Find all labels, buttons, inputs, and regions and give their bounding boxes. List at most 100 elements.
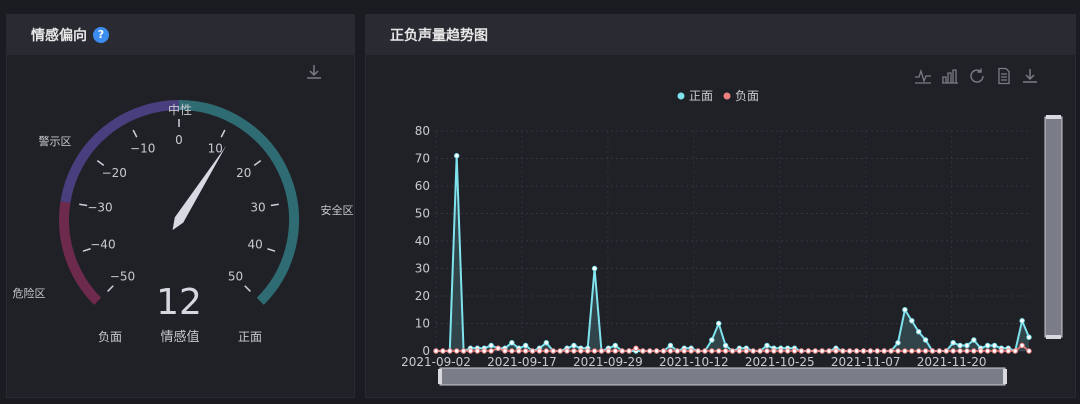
data-point-negative[interactable]	[591, 348, 598, 354]
y-zoom-handle-top[interactable]	[1046, 115, 1061, 119]
data-point-negative[interactable]	[902, 348, 908, 354]
data-point-positive[interactable]	[902, 307, 908, 313]
data-point-negative[interactable]	[867, 348, 874, 354]
data-point-negative[interactable]	[564, 348, 570, 354]
data-point-negative[interactable]	[447, 348, 453, 354]
data-point-negative[interactable]	[702, 348, 708, 354]
data-point-negative[interactable]	[688, 348, 694, 354]
data-point-negative[interactable]	[584, 348, 591, 354]
data-point-negative[interactable]	[633, 345, 639, 351]
data-point-negative[interactable]	[1005, 348, 1012, 354]
data-point-negative[interactable]	[453, 348, 460, 354]
data-point-negative[interactable]	[950, 348, 956, 354]
data-point-positive[interactable]	[453, 153, 460, 159]
data-point-negative[interactable]	[516, 348, 522, 354]
data-point-positive[interactable]	[716, 320, 722, 327]
data-point-negative[interactable]	[771, 348, 777, 354]
data-point-negative[interactable]	[1026, 348, 1032, 354]
data-point-positive[interactable]	[1026, 334, 1032, 340]
data-point-positive[interactable]	[543, 340, 550, 346]
data-point-negative[interactable]	[798, 348, 805, 354]
data-point-negative[interactable]	[502, 348, 508, 354]
data-point-negative[interactable]	[853, 348, 860, 354]
data-point-negative[interactable]	[964, 348, 970, 354]
data-point-positive[interactable]	[915, 329, 922, 335]
data-point-negative[interactable]	[529, 348, 536, 354]
data-point-positive[interactable]	[667, 342, 674, 349]
data-point-negative[interactable]	[722, 348, 729, 354]
data-point-positive[interactable]	[984, 342, 991, 349]
data-point-negative[interactable]	[626, 348, 632, 354]
data-point-negative[interactable]	[978, 348, 984, 354]
data-point-negative[interactable]	[991, 348, 998, 354]
data-point-negative[interactable]	[826, 348, 832, 354]
data-point-negative[interactable]	[557, 348, 563, 354]
data-point-positive[interactable]	[895, 340, 901, 346]
data-point-positive[interactable]	[991, 342, 998, 349]
data-point-positive[interactable]	[722, 342, 729, 349]
data-point-negative[interactable]	[743, 348, 749, 354]
data-point-negative[interactable]	[819, 348, 825, 354]
data-point-negative[interactable]	[488, 348, 494, 354]
data-point-negative[interactable]	[571, 348, 577, 354]
legend-label[interactable]: 负面	[735, 89, 759, 103]
data-point-positive[interactable]	[709, 337, 715, 343]
data-point-negative[interactable]	[909, 348, 915, 354]
data-point-negative[interactable]	[943, 348, 949, 354]
data-point-negative[interactable]	[653, 348, 660, 354]
data-point-negative[interactable]	[881, 348, 887, 354]
data-point-negative[interactable]	[1012, 348, 1018, 354]
data-point-negative[interactable]	[460, 348, 467, 354]
data-point-negative[interactable]	[833, 348, 839, 354]
data-point-negative[interactable]	[860, 348, 867, 354]
data-point-negative[interactable]	[612, 348, 618, 354]
data-point-negative[interactable]	[481, 348, 487, 354]
data-point-negative[interactable]	[915, 348, 922, 354]
data-point-negative[interactable]	[709, 348, 715, 354]
data-point-negative[interactable]	[840, 348, 846, 354]
data-point-negative[interactable]	[640, 348, 646, 354]
data-point-negative[interactable]	[674, 348, 681, 354]
data-point-negative[interactable]	[667, 348, 674, 354]
x-zoom-handle-left[interactable]	[438, 369, 442, 384]
data-point-negative[interactable]	[784, 348, 791, 354]
data-point-negative[interactable]	[660, 348, 667, 354]
data-point-positive[interactable]	[922, 337, 929, 343]
data-point-negative[interactable]	[998, 348, 1005, 354]
legend-marker[interactable]	[723, 92, 731, 100]
data-point-negative[interactable]	[543, 348, 550, 354]
legend-label[interactable]: 正面	[689, 89, 713, 103]
data-point-positive[interactable]	[591, 265, 598, 272]
data-point-negative[interactable]	[695, 348, 701, 354]
data-point-negative[interactable]	[736, 348, 743, 354]
data-point-positive[interactable]	[612, 342, 618, 349]
data-point-positive[interactable]	[950, 340, 956, 346]
legend-marker[interactable]	[677, 92, 685, 100]
data-point-negative[interactable]	[895, 348, 901, 354]
data-point-negative[interactable]	[647, 348, 653, 354]
x-zoom-slider[interactable]	[439, 367, 1006, 386]
data-point-negative[interactable]	[550, 348, 556, 354]
data-point-positive[interactable]	[964, 342, 970, 349]
data-point-positive[interactable]	[509, 340, 515, 346]
data-point-positive[interactable]	[909, 318, 915, 324]
data-point-negative[interactable]	[433, 348, 439, 354]
y-zoom-handle-bottom[interactable]	[1046, 335, 1061, 339]
data-point-negative[interactable]	[578, 348, 584, 354]
data-point-negative[interactable]	[847, 348, 853, 354]
data-point-negative[interactable]	[474, 348, 481, 354]
data-point-negative[interactable]	[778, 348, 784, 354]
data-point-negative[interactable]	[605, 348, 612, 354]
data-point-negative[interactable]	[619, 348, 625, 354]
data-point-negative[interactable]	[936, 348, 943, 354]
data-point-negative[interactable]	[888, 348, 894, 354]
data-point-negative[interactable]	[716, 348, 722, 354]
data-point-positive[interactable]	[957, 342, 963, 349]
data-point-negative[interactable]	[440, 348, 446, 354]
data-point-negative[interactable]	[467, 348, 474, 354]
y-zoom-slider[interactable]	[1044, 116, 1063, 338]
data-point-positive[interactable]	[1019, 318, 1025, 324]
data-point-negative[interactable]	[874, 348, 881, 354]
data-point-negative[interactable]	[805, 348, 812, 354]
data-point-negative[interactable]	[509, 348, 515, 354]
